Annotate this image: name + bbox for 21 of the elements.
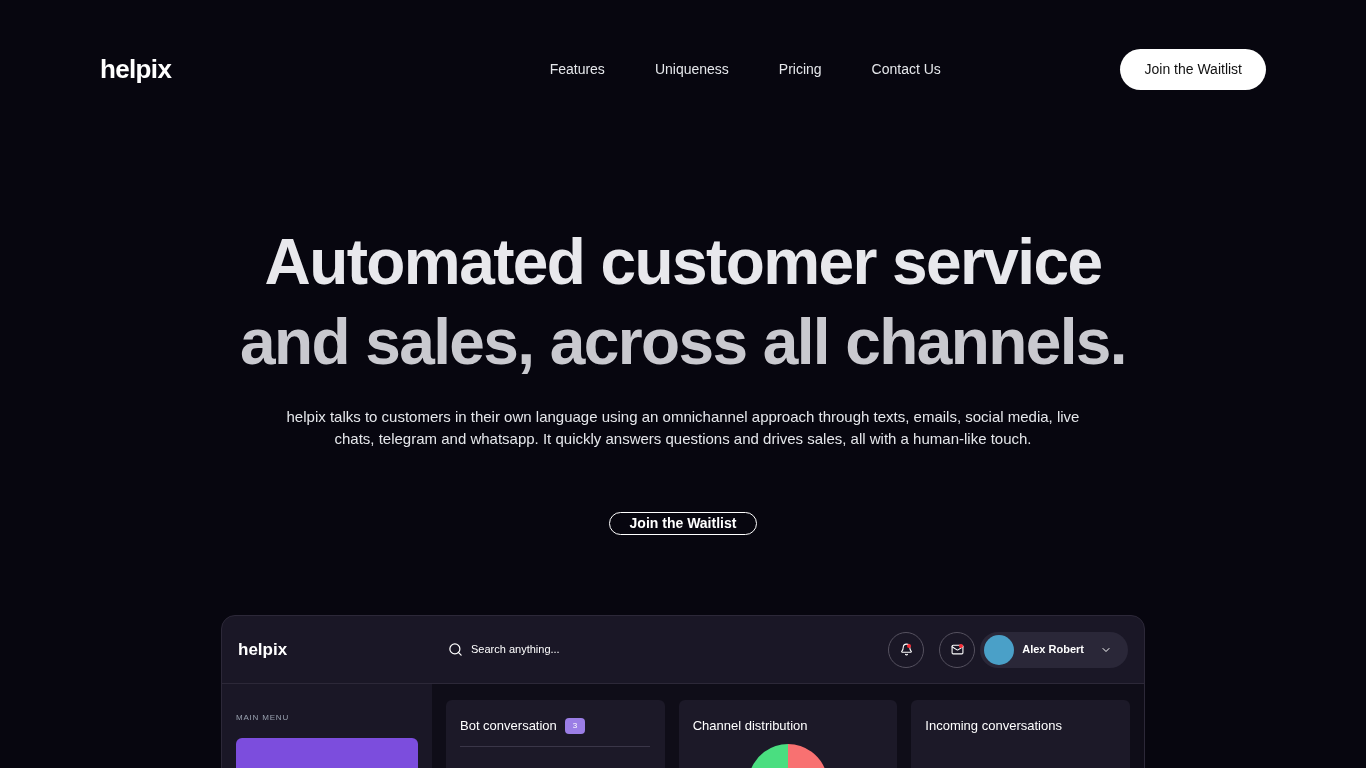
- brand-logo[interactable]: helpix: [100, 50, 250, 89]
- search-field[interactable]: Search anything...: [471, 641, 671, 658]
- avatar: [984, 634, 1015, 665]
- user-menu[interactable]: Alex Robert: [980, 631, 1128, 668]
- count-badge: 3: [564, 717, 586, 734]
- dashboard-logo: helpix: [238, 638, 289, 661]
- search-icon: [448, 642, 463, 657]
- waitlist-button[interactable]: Join the Waitlist: [1120, 49, 1266, 90]
- hero-headline: and sales, across all channels.: [240, 305, 1126, 380]
- nav-link[interactable]: Contact Us: [871, 59, 941, 80]
- sidebar-section-title: MAIN MENU: [236, 712, 290, 724]
- bell-icon: [899, 643, 913, 656]
- hero-headline: Automated customer service: [264, 225, 1102, 300]
- mail-icon: [950, 643, 964, 656]
- card-title: Incoming conversations: [925, 717, 1062, 735]
- nav-link[interactable]: Pricing: [778, 59, 822, 80]
- nav-link[interactable]: Uniqueness: [654, 59, 729, 80]
- card-title: Bot conversation: [460, 717, 557, 735]
- nav-link[interactable]: Features: [549, 59, 605, 80]
- card-title: Channel distribution: [692, 717, 808, 735]
- hero-description: helpix talks to customers in their own language using an omnichannel approach through texts, emails, social media, live chats, telegram and whatsapp. It quickly answers questions and drives sales, all with a human-like touch.: [285, 407, 1081, 449]
